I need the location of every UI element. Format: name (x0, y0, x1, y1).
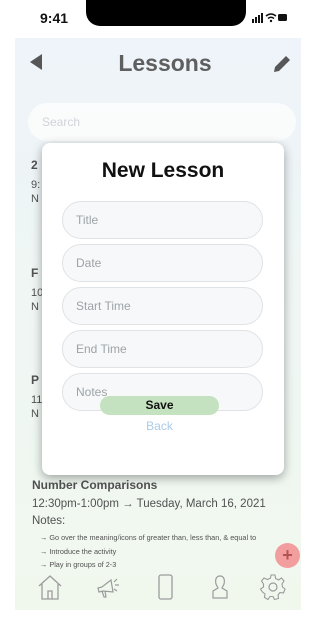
new-lesson-modal: New Lesson Title Date Start Time End Tim… (42, 143, 284, 475)
back-link[interactable]: Back (100, 419, 219, 433)
device-notch (86, 0, 246, 26)
signal-wifi-battery-icon (252, 13, 287, 23)
end-time-input[interactable]: End Time (62, 330, 263, 368)
title-input[interactable]: Title (62, 201, 263, 239)
date-input[interactable]: Date (62, 244, 263, 282)
status-icons (252, 12, 288, 26)
save-button[interactable]: Save (100, 396, 219, 415)
start-time-input[interactable]: Start Time (62, 287, 263, 325)
modal-title: New Lesson (101, 159, 225, 182)
status-time: 9:41 (40, 10, 69, 26)
